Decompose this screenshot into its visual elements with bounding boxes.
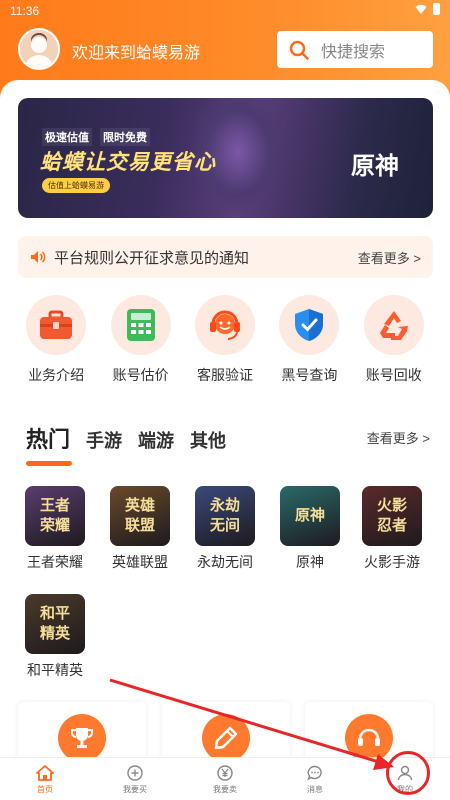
service-icon-bg bbox=[194, 295, 255, 355]
notice-bar[interactable]: 平台规则公开征求意见的通知 查看更多 > bbox=[18, 236, 433, 278]
nav-label: 首页 bbox=[37, 785, 53, 794]
game-name[interactable]: 英雄联盟 bbox=[95, 552, 185, 572]
game-tile[interactable]: 王者 荣耀 bbox=[25, 486, 85, 546]
service-icon-bg bbox=[26, 295, 87, 355]
card-icon-bg bbox=[345, 714, 393, 762]
game-tile[interactable]: 原神 bbox=[280, 486, 340, 546]
annotation-circle bbox=[386, 751, 430, 795]
speaker-icon bbox=[31, 251, 46, 263]
nav-label: 我要买 bbox=[123, 785, 147, 794]
user-avatar-icon bbox=[25, 33, 53, 68]
nav-label: 消息 bbox=[307, 785, 323, 794]
tab-hot[interactable]: 热门 bbox=[26, 422, 70, 454]
banner-tag-fast: 极速估值 bbox=[42, 128, 92, 146]
headset-icon bbox=[358, 728, 380, 746]
service-account-valuation[interactable]: 账号估价 bbox=[101, 295, 181, 385]
yen-circle-icon bbox=[217, 765, 233, 781]
feature-card-pen[interactable] bbox=[161, 702, 290, 762]
status-icons bbox=[415, 3, 440, 15]
search-placeholder: 快捷搜索 bbox=[321, 43, 386, 61]
shield-icon bbox=[295, 309, 324, 341]
service-business-intro[interactable]: 业务介绍 bbox=[16, 295, 96, 385]
banner-sub-tag: 估值上蛤蟆易游 bbox=[42, 178, 110, 193]
trophy-icon bbox=[71, 728, 93, 748]
briefcase-icon bbox=[40, 310, 73, 339]
status-time: 11:36 bbox=[10, 4, 40, 18]
bottom-nav: 首页 我要买 我要卖 消息 我的 bbox=[0, 757, 450, 800]
game-name[interactable]: 原神 bbox=[265, 552, 355, 572]
nav-home[interactable]: 首页 bbox=[10, 758, 80, 800]
nav-sell[interactable]: 我要卖 bbox=[190, 758, 260, 800]
service-blacklist-check[interactable]: 黑号查询 bbox=[269, 295, 349, 385]
game-tile[interactable]: 火影 忍者 bbox=[362, 486, 422, 546]
service-label: 账号回收 bbox=[365, 367, 422, 383]
game-name[interactable]: 永劫无间 bbox=[180, 552, 270, 572]
game-name[interactable]: 和平精英 bbox=[10, 660, 100, 680]
banner-game-logo: 原神 bbox=[351, 151, 399, 180]
pen-icon bbox=[214, 726, 237, 750]
notice-more-link[interactable]: 查看更多 > bbox=[358, 248, 421, 267]
service-grid: 业务介绍 账号估价 客服验证 黑号查询 账号回收 bbox=[0, 295, 450, 385]
hot-more-link[interactable]: 查看更多 > bbox=[367, 428, 430, 447]
avatar[interactable] bbox=[18, 28, 60, 70]
banner-tags: 极速估值 限时免费 bbox=[42, 128, 150, 146]
banner-tag-free: 限时免费 bbox=[100, 128, 150, 146]
category-tabs: 热门 手游 端游 其他 bbox=[26, 422, 226, 454]
headset-icon bbox=[209, 310, 240, 340]
service-icon-bg bbox=[110, 295, 171, 355]
game-tile[interactable]: 和平 精英 bbox=[25, 594, 85, 654]
service-icon-bg bbox=[279, 295, 340, 355]
notice-text: 平台规则公开征求意见的通知 bbox=[54, 249, 250, 267]
home-icon bbox=[36, 765, 54, 781]
tab-mobile[interactable]: 手游 bbox=[86, 427, 122, 453]
tab-other[interactable]: 其他 bbox=[190, 427, 226, 453]
message-icon bbox=[307, 765, 322, 781]
service-support-verify[interactable]: 客服验证 bbox=[185, 295, 265, 385]
feature-card-trophy[interactable] bbox=[18, 702, 146, 762]
welcome-text: 欢迎来到蛤蟆易游 bbox=[72, 45, 201, 62]
search-box[interactable]: 快捷搜索 bbox=[277, 31, 433, 68]
service-icon-bg bbox=[363, 295, 424, 355]
service-label: 黑号查询 bbox=[281, 367, 338, 383]
nav-buy[interactable]: 我要买 bbox=[100, 758, 170, 800]
promo-banner[interactable]: 极速估值 限时免费 蛤蟆让交易更省心 估值上蛤蟆易游 原神 bbox=[18, 98, 433, 218]
battery-icon bbox=[433, 3, 440, 15]
feature-cards bbox=[18, 702, 433, 762]
card-icon-bg bbox=[201, 714, 250, 762]
active-tab-underline bbox=[26, 461, 72, 466]
game-name[interactable]: 火影手游 bbox=[347, 552, 437, 572]
service-account-recycle[interactable]: 账号回收 bbox=[354, 295, 434, 385]
game-tile[interactable]: 英雄 联盟 bbox=[110, 486, 170, 546]
search-icon bbox=[289, 40, 309, 60]
wifi-icon bbox=[415, 4, 427, 14]
nav-label: 我要卖 bbox=[213, 785, 237, 794]
game-name[interactable]: 王者荣耀 bbox=[10, 552, 100, 572]
service-label: 业务介绍 bbox=[28, 367, 85, 383]
service-label: 账号估价 bbox=[112, 367, 169, 383]
status-bar: 11:36 bbox=[0, 0, 450, 22]
service-label: 客服验证 bbox=[196, 367, 253, 383]
card-icon-bg bbox=[58, 714, 106, 762]
banner-headline: 蛤蟆让交易更省心 bbox=[40, 151, 216, 174]
calculator-icon bbox=[126, 309, 155, 341]
game-tile[interactable]: 永劫 无间 bbox=[195, 486, 255, 546]
nav-messages[interactable]: 消息 bbox=[280, 758, 350, 800]
recycle-icon bbox=[379, 311, 408, 340]
plus-circle-icon bbox=[127, 765, 143, 781]
tab-pc[interactable]: 端游 bbox=[138, 427, 174, 453]
